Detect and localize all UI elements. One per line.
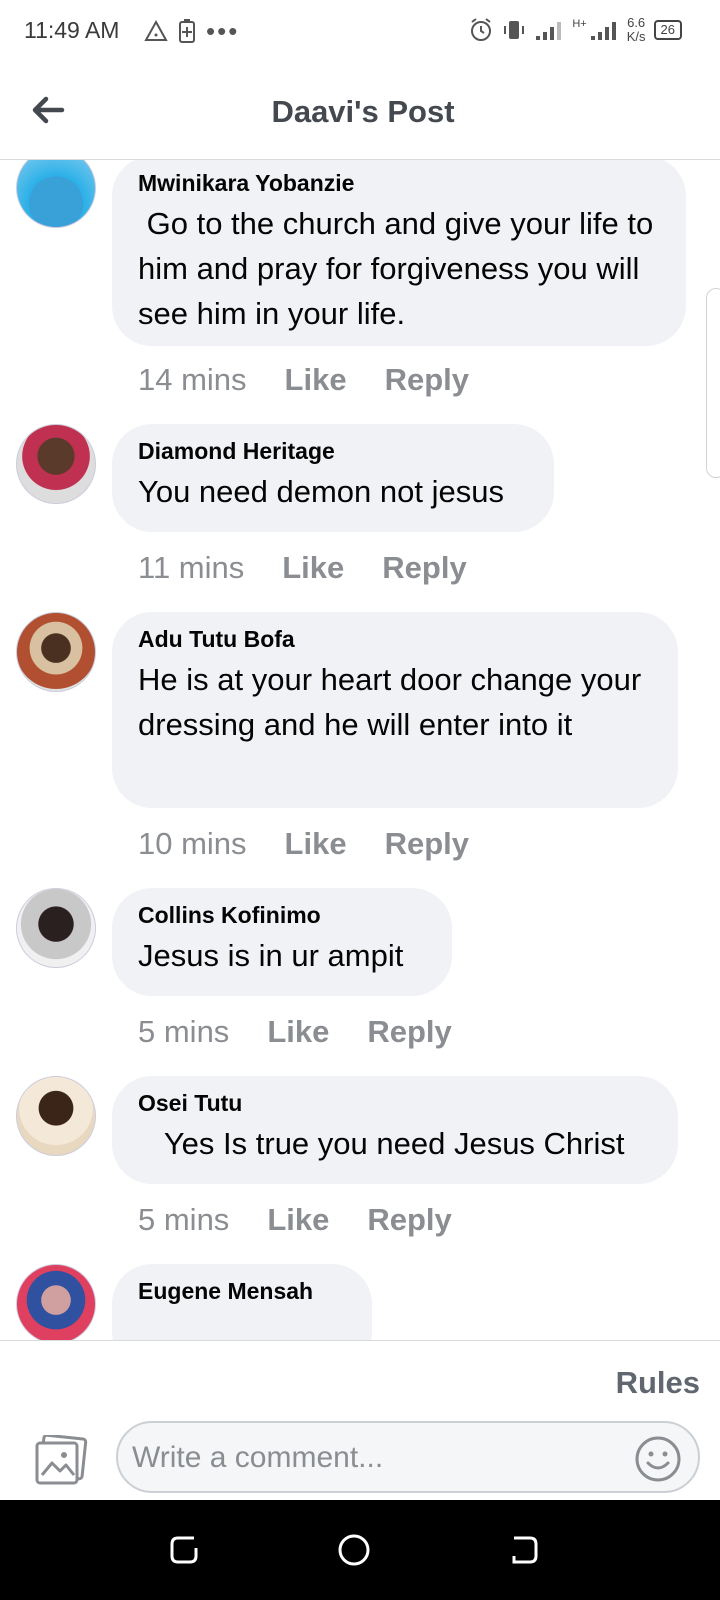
comment-actions: 11 mins Like Reply xyxy=(138,550,467,586)
reply-button[interactable]: Reply xyxy=(385,826,469,862)
rules-link[interactable]: Rules xyxy=(616,1365,700,1401)
photo-icon[interactable] xyxy=(34,1435,88,1485)
network-speed-unit: K/s xyxy=(626,29,646,44)
alarm-icon xyxy=(471,18,492,41)
comment-time: 14 mins xyxy=(138,362,247,397)
comment-author[interactable]: Eugene Mensah xyxy=(138,1278,346,1305)
avatar[interactable] xyxy=(16,612,96,692)
like-button[interactable]: Like xyxy=(267,1014,329,1050)
back-nav-icon[interactable] xyxy=(504,1530,544,1570)
comment-author[interactable]: Collins Kofinimo xyxy=(138,902,426,929)
like-button[interactable]: Like xyxy=(282,550,344,586)
comment-text: You need demon not jesus xyxy=(138,474,504,509)
reply-button[interactable]: Reply xyxy=(385,362,469,398)
status-right-icons: H+ 6.6 K/s 26 xyxy=(468,16,682,44)
vibrate-icon xyxy=(504,21,525,39)
comment-actions: 5 mins Like Reply xyxy=(138,1202,452,1238)
comment-time: 5 mins xyxy=(138,1202,230,1237)
more-notifications-icon: ••• xyxy=(206,16,240,46)
comment-bubble[interactable]: Collins Kofinimo Jesus is in ur ampit xyxy=(112,888,452,996)
like-button[interactable]: Like xyxy=(267,1202,329,1238)
comment-author[interactable]: Diamond Heritage xyxy=(138,438,528,465)
reply-button[interactable]: Reply xyxy=(367,1202,451,1238)
signal-icon-2 xyxy=(590,22,616,40)
comment-text: Yes Is true you need Jesus Christ xyxy=(138,1126,625,1161)
comment-time: 11 mins xyxy=(138,550,245,585)
comment-bubble[interactable]: Adu Tutu Bofa He is at your heart door c… xyxy=(112,612,678,808)
comment-text: Jesus is in ur ampit xyxy=(138,938,404,973)
avatar[interactable] xyxy=(16,1264,96,1340)
emoji-icon[interactable] xyxy=(634,1435,682,1483)
comment-actions: 14 mins Like Reply xyxy=(138,362,469,398)
avatar[interactable] xyxy=(16,424,96,504)
comment-composer: Rules xyxy=(0,1340,720,1500)
signal-icon xyxy=(536,22,562,40)
status-time: 11:49 AM xyxy=(24,17,120,43)
home-icon[interactable] xyxy=(334,1530,374,1570)
avatar[interactable] xyxy=(16,1076,96,1156)
warning-icon xyxy=(144,19,168,41)
network-speed-value: 6.6 xyxy=(627,15,646,30)
comment-bubble[interactable]: Diamond Heritage You need demon not jesu… xyxy=(112,424,554,532)
comment-input[interactable] xyxy=(132,1435,612,1481)
like-button[interactable]: Like xyxy=(285,826,347,862)
header: Daavi's Post xyxy=(0,64,720,160)
avatar[interactable] xyxy=(16,160,96,228)
scroll-handle[interactable] xyxy=(706,288,720,478)
page-title: Daavi's Post xyxy=(271,94,455,129)
comment-time: 10 mins xyxy=(138,826,247,861)
comment-text: Go to the church and give your life to h… xyxy=(138,206,662,331)
avatar[interactable] xyxy=(16,888,96,968)
recent-apps-icon[interactable] xyxy=(164,1530,204,1570)
comment-actions: 5 mins Like Reply xyxy=(138,1014,452,1050)
comment-bubble[interactable]: Mwinikara Yobanzie Go to the church and … xyxy=(112,160,686,346)
status-bar: 11:49 AM ••• H+ 6.6 K/s 26 xyxy=(0,0,720,64)
comment-text: He is at your heart door change your dre… xyxy=(138,662,650,742)
comment-actions: 10 mins Like Reply xyxy=(138,826,469,862)
network-type: H+ xyxy=(572,18,587,30)
comment-time: 5 mins xyxy=(138,1014,230,1049)
comment-bubble[interactable]: Osei Tutu Yes Is true you need Jesus Chr… xyxy=(112,1076,678,1184)
battery-saver-icon xyxy=(179,19,195,43)
comment-author[interactable]: Osei Tutu xyxy=(138,1090,652,1117)
like-button[interactable]: Like xyxy=(285,362,347,398)
battery-level: 26 xyxy=(653,20,682,40)
comment-author[interactable]: Mwinikara Yobanzie xyxy=(138,170,660,197)
reply-button[interactable]: Reply xyxy=(382,550,466,586)
reply-button[interactable]: Reply xyxy=(367,1014,451,1050)
comment-input-box[interactable] xyxy=(116,1421,700,1493)
system-nav-bar xyxy=(0,1500,720,1600)
status-left-icons: ••• xyxy=(144,18,239,44)
network-speed: 6.6 K/s xyxy=(627,16,646,44)
comment-bubble[interactable]: Eugene Mensah xyxy=(112,1264,372,1340)
comment-author[interactable]: Adu Tutu Bofa xyxy=(138,626,652,653)
comments-feed[interactable]: Mwinikara Yobanzie Go to the church and … xyxy=(0,160,720,1340)
